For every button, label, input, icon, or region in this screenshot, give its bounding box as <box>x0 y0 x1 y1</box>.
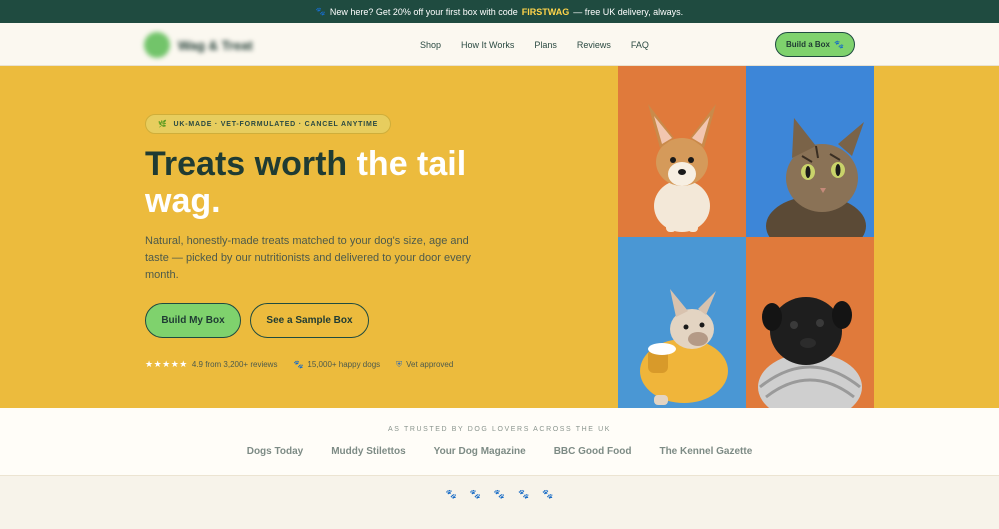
trusted-label: AS TRUSTED BY DOG LOVERS ACROSS THE UK <box>387 426 611 433</box>
paw-icon: 🐾 <box>493 489 506 499</box>
nav-how-it-works[interactable]: How It Works <box>461 40 514 50</box>
build-my-box-button[interactable]: Build My Box <box>145 303 241 338</box>
nav-plans[interactable]: Plans <box>534 40 557 50</box>
promo-code: FIRSTWAG <box>521 6 570 17</box>
nav-reviews[interactable]: Reviews <box>577 40 611 50</box>
vet-approved-text: Vet approved <box>406 360 454 369</box>
tabby-cat-photo <box>746 66 874 237</box>
french-bulldog-photo <box>618 237 746 408</box>
logo-text: Wag & Treat <box>178 37 253 53</box>
paw-icon: 🐾 <box>445 489 457 499</box>
press-logo: Dogs Today <box>246 446 304 457</box>
logo-mark-icon <box>144 32 170 58</box>
pet-photo-grid <box>618 66 874 408</box>
paw-icon: 🐾 <box>469 489 481 499</box>
paw-divider: 🐾 🐾 🐾 🐾 🐾 <box>0 489 999 500</box>
leaf-icon: 🌿 <box>158 121 168 128</box>
nav-shop[interactable]: Shop <box>420 40 441 50</box>
paw-icon: 🐾 <box>542 489 554 499</box>
announcement-bar: 🐾 New here? Get 20% off your first box w… <box>0 0 999 23</box>
paw-icon: 🐾 <box>293 360 304 369</box>
hero-badge: 🌿 UK-MADE · VET-FORMULATED · CANCEL ANYT… <box>145 114 392 134</box>
rating-text: 4.9 from 3,200+ reviews <box>191 360 278 369</box>
headline-part-1: Treats worth <box>145 145 357 183</box>
happy-dogs-text: 15,000+ happy dogs <box>307 360 381 369</box>
hero: 🌿 UK-MADE · VET-FORMULATED · CANCEL ANYT… <box>0 66 999 408</box>
corgi-puppy-photo <box>618 66 746 237</box>
press-logos: Dogs Today Muddy Stilettos Your Dog Maga… <box>0 446 999 457</box>
nav-faq[interactable]: FAQ <box>631 40 649 50</box>
announcement-suffix: — free UK delivery, always. <box>573 6 684 17</box>
press-logo: Your Dog Magazine <box>433 446 526 457</box>
social-proof: ★★★★★ 4.9 from 3,200+ reviews 🐾 15,000+ … <box>145 359 453 370</box>
press-logo: The Kennel Gazette <box>659 446 753 457</box>
trusted-by-section: AS TRUSTED BY DOG LOVERS ACROSS THE UK D… <box>0 408 999 476</box>
paw-icon: 🐾 <box>315 7 326 16</box>
shield-icon: ⛨ <box>396 359 403 369</box>
hero-description: Natural, honestly-made treats matched to… <box>145 235 471 281</box>
logo[interactable]: Wag & Treat <box>144 31 294 59</box>
vet-approved: ⛨ Vet approved <box>396 360 453 370</box>
happy-dogs: 🐾 15,000+ happy dogs <box>293 360 380 369</box>
pug-photo <box>746 237 874 408</box>
announcement-prefix: New here? Get 20% off your first box wit… <box>329 6 518 17</box>
paw-icon: 🐾 <box>518 489 530 499</box>
build-a-box-label: Build a Box <box>786 40 831 49</box>
site-header: Wag & Treat Shop How It Works Plans Revi… <box>0 23 999 66</box>
press-logo: BBC Good Food <box>553 446 632 457</box>
build-a-box-button[interactable]: Build a Box 🐾 <box>775 32 855 57</box>
star-rating-icon: ★★★★★ <box>145 359 188 369</box>
see-sample-box-button[interactable]: See a Sample Box <box>250 303 369 338</box>
rating: ★★★★★ 4.9 from 3,200+ reviews <box>145 359 277 370</box>
press-logo: Muddy Stilettos <box>331 446 406 457</box>
paw-icon: 🐾 <box>834 40 844 49</box>
main-nav: Shop How It Works Plans Reviews FAQ <box>420 23 649 66</box>
hero-headline: Treats worth the tail wag. <box>145 146 505 220</box>
hero-badge-text: UK-MADE · VET-FORMULATED · CANCEL ANYTIM… <box>173 120 379 128</box>
